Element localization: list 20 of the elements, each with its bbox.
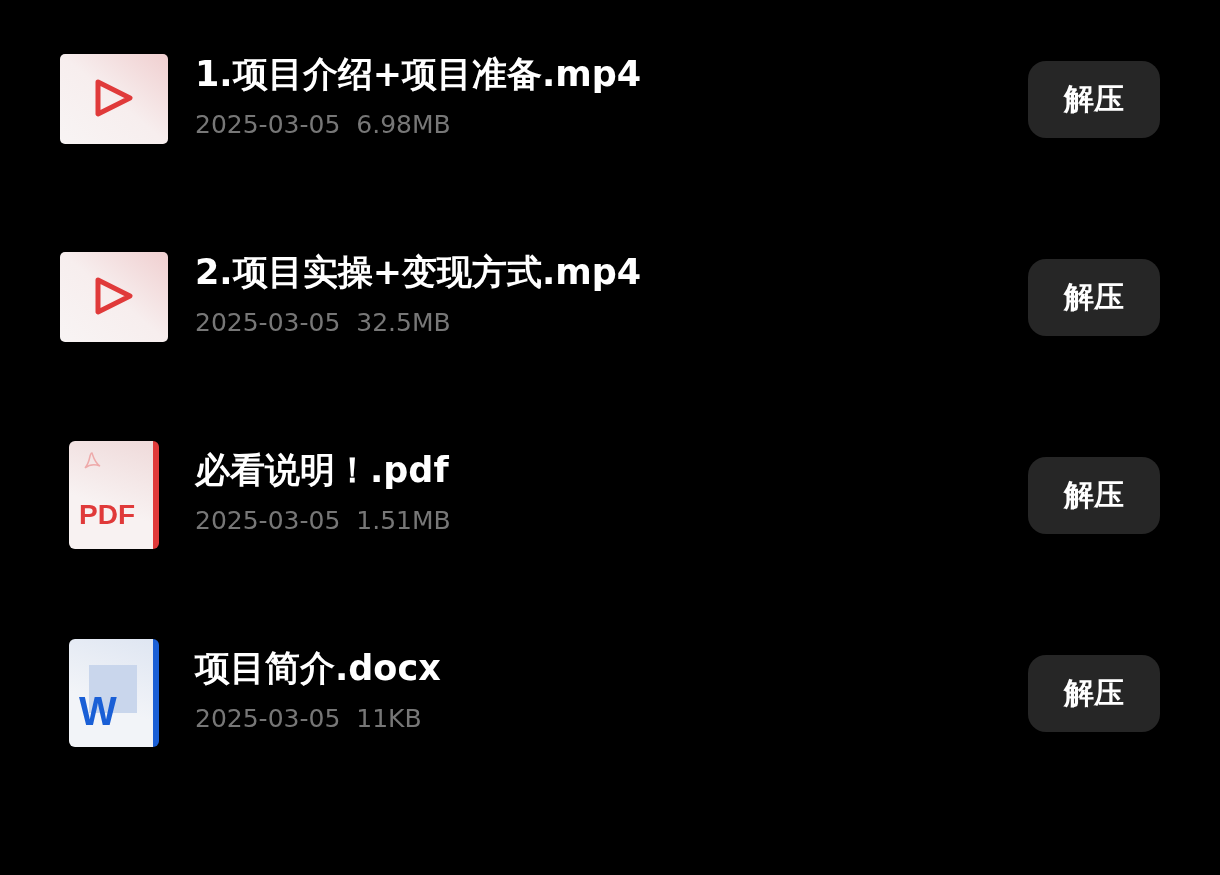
pdf-file-icon: PDF bbox=[69, 441, 159, 549]
file-size: 11KB bbox=[356, 704, 422, 733]
extract-button[interactable]: 解压 bbox=[1028, 60, 1160, 138]
file-name: 1.项目介绍+项目准备.mp4 bbox=[195, 53, 643, 96]
extract-button[interactable]: 解压 bbox=[1028, 654, 1160, 732]
file-size: 6.98MB bbox=[356, 110, 451, 139]
file-date: 2025-03-05 bbox=[195, 110, 341, 139]
file-size: 32.5MB bbox=[356, 308, 451, 337]
file-date: 2025-03-05 bbox=[195, 308, 341, 337]
video-file-icon bbox=[60, 54, 168, 144]
file-size: 1.51MB bbox=[356, 506, 451, 535]
file-name: 项目简介.docx bbox=[195, 647, 442, 690]
file-date: 2025-03-05 bbox=[195, 506, 341, 535]
extract-button[interactable]: 解压 bbox=[1028, 258, 1160, 336]
video-file-icon bbox=[60, 252, 168, 342]
file-date: 2025-03-05 bbox=[195, 704, 341, 733]
file-name: 2.项目实操+变现方式.mp4 bbox=[195, 251, 643, 294]
word-file-icon: W bbox=[69, 639, 159, 747]
extract-button[interactable]: 解压 bbox=[1028, 456, 1160, 534]
file-name: 必看说明！.pdf bbox=[195, 449, 450, 492]
